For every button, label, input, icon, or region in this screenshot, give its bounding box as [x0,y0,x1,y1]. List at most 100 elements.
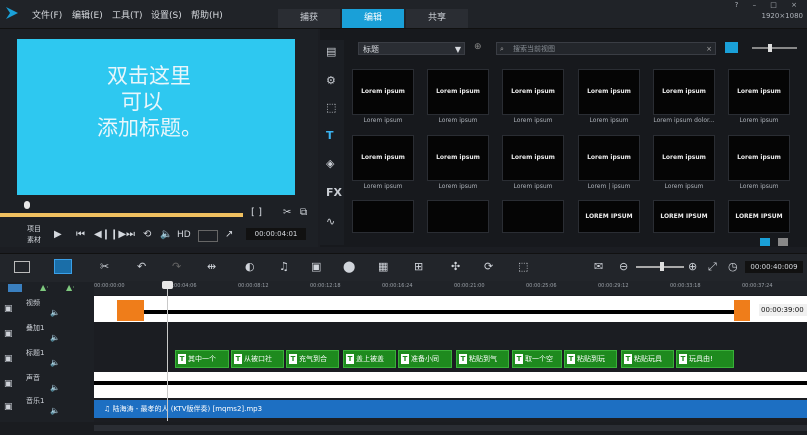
track-mute-icon[interactable]: 🔈 [50,406,60,415]
menu-tools[interactable]: 工具(T) [112,8,143,21]
enlarge-icon[interactable]: ⧉ [300,207,307,218]
fx-icon[interactable]: FX [326,186,342,199]
record-icon[interactable]: ✉ [594,260,603,273]
fit-icon[interactable]: ⤢ [708,260,717,274]
redo-icon[interactable]: ↷ [172,260,181,273]
multicam-icon[interactable]: ▦ [378,260,388,273]
track-mute-icon[interactable]: 🔈 [50,308,60,317]
title-clip[interactable]: 从被口社 [231,350,284,368]
export-icon[interactable]: ↗ [225,229,233,240]
menu-edit[interactable]: 编辑(E) [72,8,103,21]
title-thumbnail[interactable]: Lorem ipsum [427,69,489,115]
player-timecode[interactable]: 00:00:04:01 [246,228,306,240]
title-thumbnail[interactable]: LOREM IPSUM [728,200,790,233]
thumbnail-size-slider[interactable] [752,47,797,49]
title-thumbnail[interactable]: Lorem ipsum [352,69,414,115]
ripple-icon[interactable]: ▲· [66,283,75,292]
title-thumbnail[interactable] [502,200,564,233]
zoom-in-icon[interactable]: ⊕ [688,260,697,273]
play-icon[interactable]: ▶ [54,229,62,240]
project-mode-label[interactable]: 项目 [27,224,41,234]
music-clip[interactable]: ♫ 陆海涛 - 最孝的人 (KTV版伴奏) [mqms2].mp3 [94,400,807,418]
timeline-view-icon[interactable] [54,259,72,274]
crop-icon[interactable]: ⬚ [518,260,528,273]
add-track-icon[interactable]: ▲· [40,283,49,292]
zoom-out-icon[interactable]: ⊖ [619,260,628,273]
track-manager-icon[interactable] [8,284,22,292]
subtitle-icon[interactable]: ▣ [311,260,321,273]
track-mute-icon[interactable]: 🔈 [50,383,60,392]
video-clip-start[interactable] [117,300,144,321]
zoom-handle[interactable] [660,262,664,271]
title-thumbnail[interactable]: Lorem ipsum [578,69,640,115]
title-thumbnail[interactable]: Lorem ipsum [728,69,790,115]
color-icon[interactable]: ◐ [245,260,255,273]
window-controls[interactable]: ? – □ × [735,1,803,9]
add-folder-icon[interactable]: ⊕ [474,42,482,52]
clear-search-icon[interactable]: × [706,43,712,56]
title-thumbnail[interactable]: Lorem ipsum [427,135,489,181]
title-icon[interactable]: T [326,129,334,142]
title-thumbnail[interactable]: Lorem ipsum [352,135,414,181]
playhead-handle[interactable] [162,281,173,289]
split-screen-icon[interactable]: ⊞ [414,260,423,273]
title-clip[interactable]: 玩具由! [676,350,734,368]
title-thumbnail[interactable] [352,200,414,233]
library-view-icon[interactable] [760,238,770,246]
mark-in-out-icon[interactable]: [ ] [251,207,262,218]
fast-forward-icon[interactable]: ⏭ [126,229,135,240]
title-clip[interactable]: 其中一个 [175,350,229,368]
title-thumbnail[interactable]: LOREM IPSUM [653,200,715,233]
scrub-handle[interactable] [24,201,30,209]
graphics-icon[interactable]: ◈ [326,157,334,170]
cut-icon[interactable]: ✂ [283,207,291,218]
title-clip[interactable]: 取一个空 [512,350,562,368]
track-type-icon[interactable]: ▣ [4,379,13,389]
ratio-dropdown[interactable] [198,230,218,242]
title-clip[interactable]: 粘贴玩具 [621,350,674,368]
title-clip[interactable]: 准备小同 [398,350,452,368]
menu-file[interactable]: 文件(F) [32,8,62,21]
split-icon[interactable]: ⇹ [207,260,216,273]
media-icon[interactable]: ▤ [326,45,336,58]
tab-capture[interactable]: 捕获 [278,9,340,28]
title-thumbnail[interactable]: Lorem ipsum [653,135,715,181]
title-thumbnail[interactable]: Lorem ipsum [728,135,790,181]
rewind-icon[interactable]: ⏮ [76,229,85,240]
repeat-icon[interactable]: ⟲ [143,229,151,240]
transition-icon[interactable]: ⬚ [326,101,336,114]
trim-bar[interactable] [0,213,243,217]
menu-settings[interactable]: 设置(S) [151,8,182,21]
clip-mode-label[interactable]: 素材 [27,235,41,245]
timeline-scrollbar[interactable] [94,425,807,431]
title-clip[interactable]: 盖上被盖 [343,350,396,368]
search-input[interactable]: ⌕ 搜索当前视图 × [496,42,716,55]
step-forward-icon[interactable]: ❙▶ [110,229,126,240]
video-track[interactable] [94,296,807,322]
playhead[interactable] [167,281,168,421]
thumbnail-size-handle[interactable] [768,44,772,52]
voice-track[interactable] [94,372,807,398]
mask-icon[interactable]: ⬤ [343,260,355,273]
instant-project-icon[interactable]: ⚙ [326,74,336,87]
title-thumbnail[interactable]: LOREM IPSUM [578,200,640,233]
video-clip-black[interactable] [144,310,734,314]
step-back-icon[interactable]: ◀❙ [94,229,110,240]
title-thumbnail[interactable] [427,200,489,233]
tab-share[interactable]: 共享 [406,9,468,28]
video-clip-end[interactable] [734,300,750,321]
title-clip[interactable]: 充气到合 [286,350,339,368]
title-thumbnail[interactable]: Lorem ipsum [653,69,715,115]
tools-icon[interactable]: ✂ [100,260,109,273]
track-icon[interactable]: ⟳ [484,260,493,273]
voice-clip[interactable] [94,381,807,385]
hd-toggle[interactable]: HD [177,230,191,240]
title-clip[interactable]: 粘贴到玩 [564,350,617,368]
preview-window[interactable]: 双击这里 可以 添加标题。 [17,39,295,195]
menu-help[interactable]: 帮助(H) [191,8,223,21]
path-icon[interactable]: ∿ [326,215,335,228]
storyboard-view-icon[interactable] [14,261,30,273]
category-dropdown[interactable]: 标题 ▼ [358,42,465,55]
track-type-icon[interactable]: ▣ [4,354,13,364]
tab-edit[interactable]: 编辑 [342,9,404,28]
